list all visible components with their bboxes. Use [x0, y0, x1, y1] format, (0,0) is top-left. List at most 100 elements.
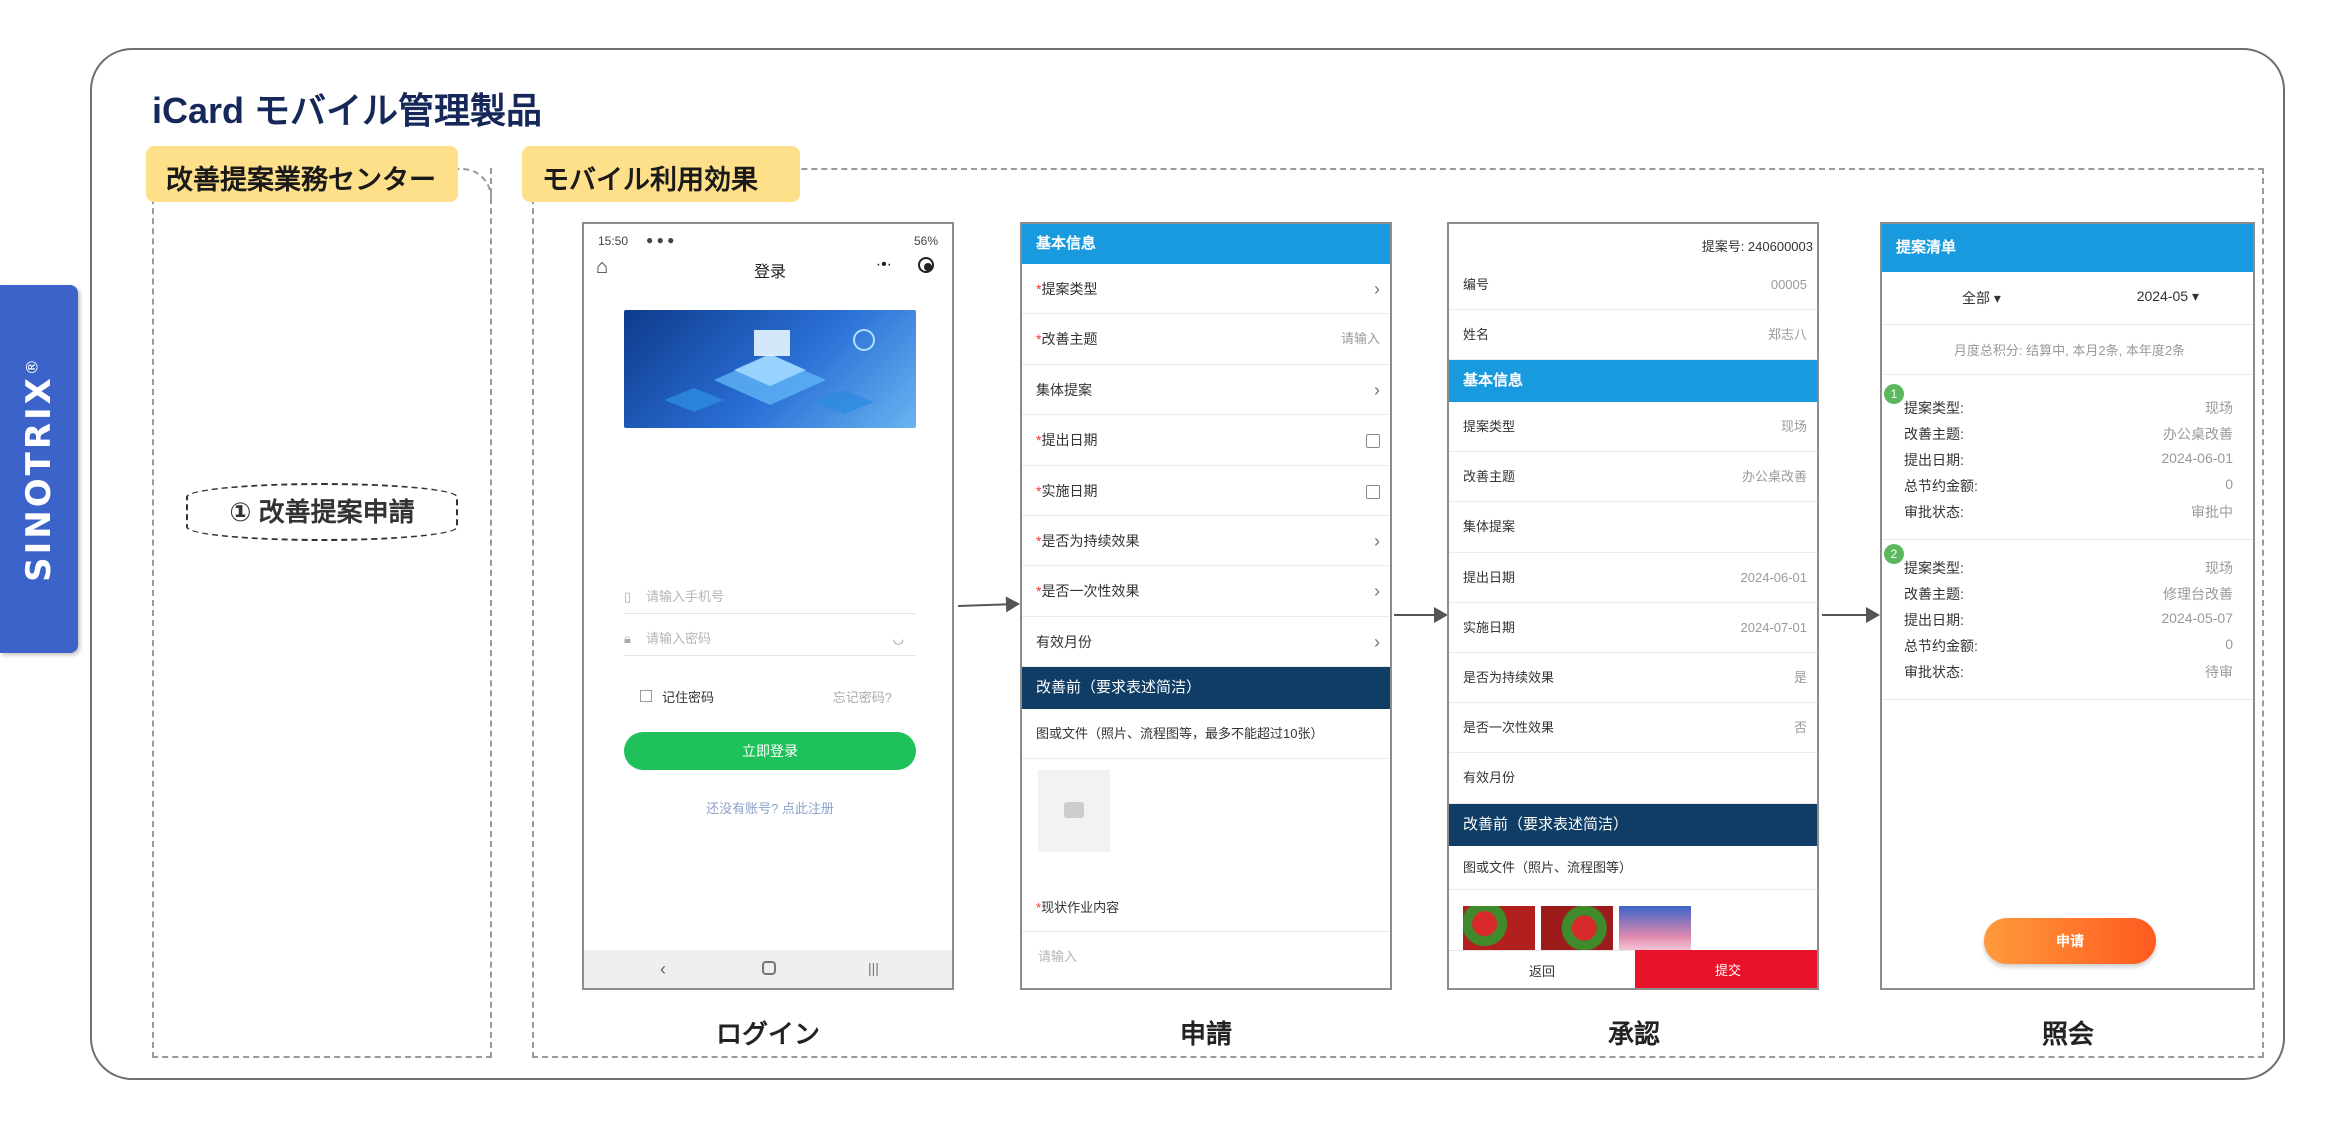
detail-row-label: 改善主题 — [1463, 469, 1516, 485]
detail-row: 提出日期 2024-06-01 — [1449, 553, 1817, 603]
detail-row-value: 否 — [1793, 720, 1807, 736]
nav-back-icon[interactable]: ‹ — [660, 959, 666, 980]
detail-row: 姓名 郑志八 — [1449, 310, 1817, 360]
item-field: 提出日期: 2024-06-01 — [1904, 450, 2245, 470]
detail-row-label: 提出日期 — [1463, 569, 1516, 585]
forgot-password-link[interactable]: 忘记密码? — [833, 687, 892, 706]
login-button[interactable]: 立即登录 — [624, 732, 916, 770]
login-page-title: 登录 — [753, 264, 786, 281]
apply-screen: 基本信息 *提案类型 › *改善主题 请输入 集体提案 › *提出日期 *实施日期 *是否为持续… — [1020, 222, 1392, 990]
item-field-value: 2024-05-07 — [2161, 610, 2233, 626]
query-list-header: 提案清单 — [1882, 224, 2253, 272]
item-field: 提出日期: 2024-05-07 — [1904, 610, 2245, 630]
nav-home-icon[interactable] — [762, 961, 776, 975]
caret-down-icon: ▾ — [1993, 290, 2001, 306]
submit-button[interactable]: 提交 — [1635, 950, 1817, 988]
item-field: 提案类型: 现场 — [1904, 398, 2245, 418]
form-row[interactable]: *实施日期 — [1022, 466, 1390, 516]
apply-before-header: 改善前（要求表述简洁） — [1022, 667, 1390, 709]
approve-screen: 提案号: 240600003 编号 00005 姓名 郑志八 基本信息 提案类型 现场改… — [1447, 222, 1819, 990]
item-field: 审批状态: 审批中 — [1904, 502, 2245, 522]
caption-query: 照会 — [2041, 1019, 2094, 1049]
register-link[interactable]: 还没有账号? 点此注册 — [584, 798, 952, 817]
monthly-summary: 月度总积分: 结算中, 本月2条, 本年度2条 — [1953, 343, 2186, 358]
item-field-label: 提案类型: — [1904, 400, 1964, 416]
eye-icon[interactable]: ◡ — [893, 622, 904, 656]
item-field-value: 0 — [2225, 636, 2233, 652]
calendar-icon — [1366, 484, 1380, 499]
item-field-label: 审批状态: — [1904, 504, 1964, 520]
calendar-icon — [1366, 434, 1380, 449]
detail-row-label: 是否一次性效果 — [1463, 720, 1555, 736]
detail-row-value: 2024-06-01 — [1740, 569, 1808, 585]
step-improvement-application[interactable]: ① 改善提案申請 — [186, 483, 458, 541]
divider — [1882, 324, 2253, 325]
form-row[interactable]: *提出日期 — [1022, 415, 1390, 466]
item-field-label: 提出日期: — [1904, 452, 1964, 468]
page-title: iCard モバイル管理製品 — [152, 90, 543, 131]
nav-recents-icon[interactable]: ||| — [868, 960, 879, 976]
filter-month-dropdown[interactable]: 2024-05 ▾ — [2137, 288, 2199, 305]
apply-current-label: *现状作业内容 — [1022, 884, 1390, 932]
upload-photo-button[interactable] — [1038, 770, 1110, 852]
detail-row-value: 现场 — [1780, 419, 1807, 434]
form-row[interactable]: 集体提案 › — [1022, 365, 1390, 416]
attached-photo-1[interactable] — [1463, 906, 1535, 950]
chevron-right-icon: › — [1374, 531, 1380, 551]
form-row[interactable]: *改善主题 请输入 — [1022, 314, 1390, 365]
form-row-label: 是否为持续效果 — [1041, 533, 1140, 549]
form-row-placeholder: 请输入 — [1340, 331, 1380, 347]
detail-row-value: 郑志八 — [1767, 327, 1807, 342]
new-application-button[interactable]: 申请 — [1984, 918, 2156, 964]
item-field-value: 审批中 — [2191, 504, 2233, 520]
item-field: 提案类型: 现场 — [1904, 558, 2245, 578]
filter-all-dropdown[interactable]: 全部 ▾ — [1962, 288, 2001, 308]
detail-row-label: 实施日期 — [1463, 619, 1516, 635]
query-screen: 提案清单 全部 ▾ 2024-05 ▾ 月度总积分: 结算中, 本月2条, 本年… — [1880, 222, 2255, 990]
form-row-label: 提出日期 — [1041, 432, 1098, 449]
apply-current-input[interactable]: 请输入 — [1038, 946, 1077, 965]
detail-row: 是否一次性效果 否 — [1449, 703, 1817, 754]
detail-row-value: 2024-07-01 — [1740, 619, 1808, 635]
remember-checkbox[interactable] — [640, 690, 652, 702]
status-icons-left: ● ● ● — [646, 233, 675, 247]
back-button[interactable]: 返回 — [1449, 950, 1635, 988]
form-row[interactable]: *是否一次性效果 › — [1022, 566, 1390, 617]
item-field-value: 现场 — [2205, 560, 2233, 576]
approve-before-header: 改善前（要求表述简洁） — [1449, 804, 1817, 846]
form-row[interactable]: *提案类型 › — [1022, 264, 1390, 315]
item-field-label: 改善主题: — [1904, 426, 1964, 442]
target-icon[interactable] — [918, 257, 934, 273]
left-section-border — [152, 168, 492, 1058]
caret-down-icon: ▾ — [2191, 288, 2199, 304]
item-field: 改善主题: 修理台改善 — [1904, 584, 2245, 604]
item-field-value: 修理台改善 — [2163, 586, 2233, 602]
item-field-label: 总节约金额: — [1904, 638, 1978, 654]
caption-apply: 申請 — [1179, 1019, 1232, 1049]
list-item[interactable]: 2 提案类型: 现场 改善主题: 修理台改善 提出日期: 2024-05-07 总节约金额: 0… — [1882, 540, 2253, 700]
form-row[interactable]: 有效月份 › — [1022, 617, 1390, 668]
more-icon[interactable]: ·•· — [876, 256, 892, 274]
apply-basic-info-header: 基本信息 — [1022, 224, 1390, 264]
detail-row-label: 提案类型 — [1463, 419, 1516, 434]
form-row[interactable]: *是否为持续效果 › — [1022, 516, 1390, 567]
list-item[interactable]: 1 提案类型: 现场 改善主题: 办公桌改善 提出日期: 2024-06-01 总节约金额: 0… — [1882, 380, 2253, 540]
detail-row: 集体提案 — [1449, 502, 1817, 553]
attached-photo-2[interactable] — [1541, 906, 1613, 950]
form-row-label: 提案类型 — [1041, 281, 1098, 297]
brand-tab: SINOTRIX® — [0, 285, 78, 653]
remember-label: 记住密码 — [662, 690, 715, 705]
item-field-label: 审批状态: — [1904, 664, 1964, 680]
approve-basic-info-header: 基本信息 — [1449, 360, 1817, 402]
login-banner-image — [624, 310, 916, 428]
detail-row: 实施日期 2024-07-01 — [1449, 603, 1817, 653]
phone-input[interactable]: ▯ 请输入手机号 — [624, 580, 916, 614]
item-field-label: 提出日期: — [1904, 612, 1964, 628]
item-field-label: 总节约金额: — [1904, 478, 1978, 494]
password-input[interactable]: 🔒︎ 请输入密码 ◡ — [624, 622, 916, 656]
camera-icon — [1064, 802, 1084, 818]
attached-photo-3[interactable] — [1619, 906, 1691, 950]
detail-row-label: 有效月份 — [1463, 770, 1516, 786]
item-field-value: 0 — [2225, 476, 2233, 492]
chevron-right-icon: › — [1374, 379, 1380, 400]
